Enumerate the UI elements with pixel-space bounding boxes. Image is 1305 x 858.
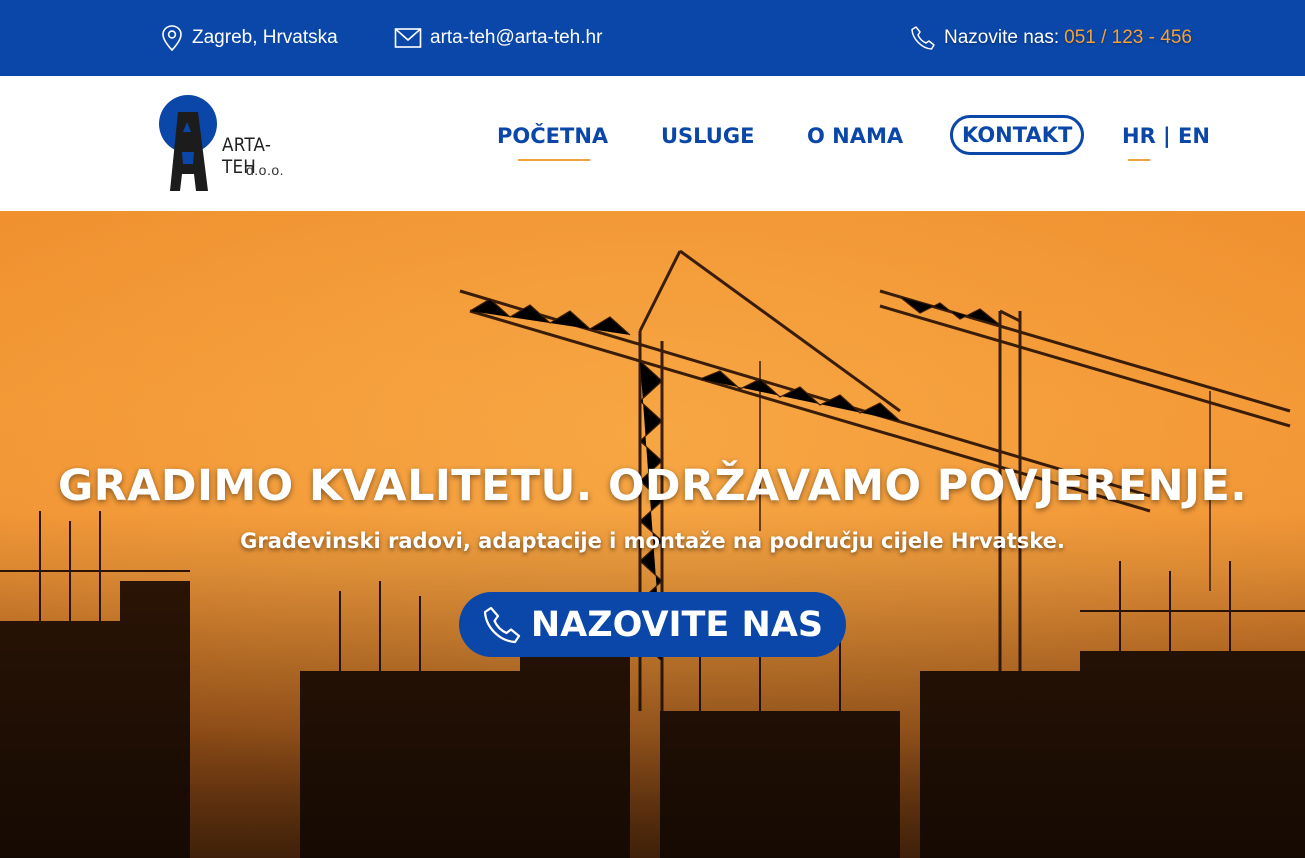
top-bar: Zagreb, Hrvatska arta-teh@arta-teh.hr Na… bbox=[0, 0, 1305, 76]
mail-icon bbox=[394, 28, 422, 48]
email-link[interactable]: arta-teh@arta-teh.hr bbox=[430, 27, 602, 49]
phone-label: Nazovite nas: bbox=[944, 27, 1060, 48]
logo-mark-icon bbox=[159, 95, 217, 191]
phone-icon bbox=[911, 26, 935, 50]
location-text: Zagreb, Hrvatska bbox=[192, 27, 338, 48]
logo[interactable]: ARTA-TEH d.o.o. bbox=[158, 94, 308, 194]
hero-section: GRADIMO KVALITETU. ODRŽAVAMO POVJERENJE.… bbox=[0, 211, 1305, 858]
location-info: Zagreb, Hrvatska bbox=[160, 0, 338, 76]
call-us-label: NAZOVITE NAS bbox=[530, 604, 824, 645]
active-nav-underline bbox=[518, 159, 590, 161]
logo-subtitle: d.o.o. bbox=[246, 162, 285, 178]
hero-title: GRADIMO KVALITETU. ODRŽAVAMO POVJERENJE. bbox=[58, 461, 1247, 511]
hero-subtitle: Građevinski radovi, adaptacije i montaže… bbox=[240, 529, 1065, 553]
phone-info[interactable]: Nazovite nas: 051 / 123 - 456 bbox=[910, 0, 1192, 76]
nav-item-kontakt[interactable]: KONTAKT bbox=[950, 115, 1085, 155]
nav-item-o-nama[interactable]: O NAMA bbox=[807, 124, 903, 148]
call-us-button[interactable]: NAZOVITE NAS bbox=[459, 592, 846, 657]
phone-icon bbox=[483, 606, 520, 643]
email-info[interactable]: arta-teh@arta-teh.hr bbox=[394, 0, 602, 76]
language-switcher[interactable]: HR | EN bbox=[1122, 124, 1210, 148]
phone-number[interactable]: 051 / 123 - 456 bbox=[1064, 27, 1192, 49]
language-underline bbox=[1128, 159, 1150, 161]
main-header: ARTA-TEH d.o.o. POČETNA USLUGE O NAMA KO… bbox=[0, 76, 1305, 211]
nav-item-pocetna[interactable]: POČETNA bbox=[497, 124, 608, 148]
map-pin-icon bbox=[162, 25, 182, 52]
nav-item-usluge[interactable]: USLUGE bbox=[661, 124, 754, 148]
